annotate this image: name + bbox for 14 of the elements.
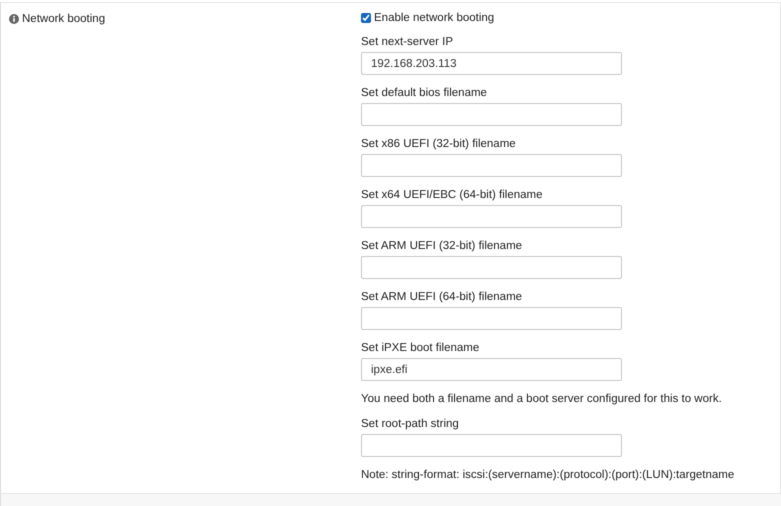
field-label: Set next-server IP	[361, 35, 454, 50]
setting-title: Network booting	[22, 13, 106, 25]
field-label: Set x86 UEFI (32-bit) filename	[361, 137, 517, 152]
input-field[interactable]: 192.168.203.113	[361, 52, 622, 75]
field-label: Set x64 UEFI/EBC (64-bit) filename	[361, 188, 544, 203]
field-label: Set default bios filename	[361, 86, 488, 101]
field-label: Set ARM UEFI (32-bit) filename	[361, 239, 524, 254]
field-label: Set ARM UEFI (64-bit) filename	[361, 290, 524, 305]
field-label: Set root-path string	[361, 417, 460, 432]
checkbox-label: Enable network booting	[374, 12, 494, 24]
help-text: Note: string-format: iscsi:(servername):(protocol):(port):(LUN):targetname	[361, 468, 734, 483]
input-field[interactable]: ipxe.efi	[361, 358, 622, 381]
field-label: Set iPXE boot filename	[361, 341, 480, 356]
help-text: You need both a filename and a boot server configured for this to work.	[361, 392, 723, 407]
